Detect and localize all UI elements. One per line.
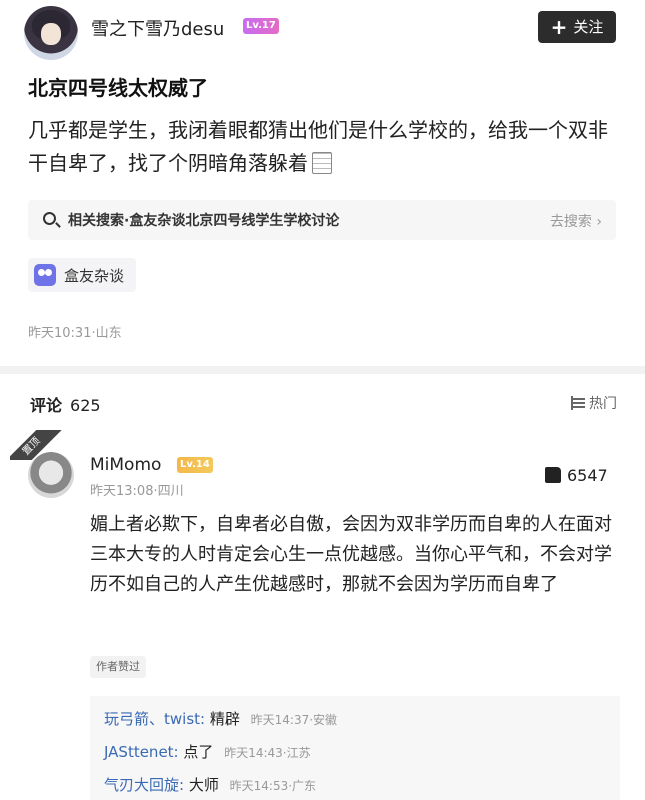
- author-level-badge: Lv.17: [243, 18, 279, 34]
- plus-icon: +: [550, 15, 568, 39]
- post-timestamp: 昨天10:31·山东: [28, 326, 122, 341]
- sort-toggle[interactable]: 热门: [571, 393, 617, 413]
- reply-list: 玩弓箭、twist: 精辟 昨天14:37·安徽 JASttenet: 点了 昨…: [90, 696, 620, 800]
- go-search-link[interactable]: 去搜索 ›: [550, 211, 602, 231]
- reply-username[interactable]: 玩弓箭、twist:: [104, 710, 205, 728]
- comments-header: 评论 625: [30, 392, 101, 416]
- topic-tag[interactable]: 盒友杂谈: [28, 258, 137, 292]
- reply-item[interactable]: JASttenet: 点了 昨天14:43·江苏: [104, 741, 311, 762]
- commenter-level-badge: Lv.14: [177, 457, 213, 473]
- follow-label: 关注: [573, 18, 604, 36]
- follow-button[interactable]: + 关注: [538, 11, 616, 43]
- reply-timestamp: 昨天14:37·安徽: [250, 713, 338, 727]
- commenter-username[interactable]: MiMomo: [90, 455, 161, 475]
- author-liked-badge: 作者赞过: [90, 656, 146, 678]
- group-icon: [34, 264, 56, 286]
- reply-username[interactable]: 气刃大回旋:: [104, 776, 184, 794]
- post-title: 北京四号线太权威了: [28, 76, 208, 100]
- comment-body: 媚上者必欺下，自卑者必自傲，会因为双非学历而自卑的人在面对三本大专的人时肯定会心…: [90, 514, 612, 595]
- reply-username[interactable]: JASttenet:: [104, 743, 179, 761]
- sort-label: 热门: [589, 396, 617, 412]
- sort-icon: [571, 396, 585, 410]
- post-body: 几乎都是学生，我闭着眼都猜出他们是什么学校的，给我一个双非干自卑了，找了个阴暗角…: [28, 114, 620, 180]
- post-card: 雪之下雪乃desu Lv.17 + 关注 北京四号线太权威了 几乎都是学生，我闭着…: [0, 0, 645, 366]
- author-avatar[interactable]: [24, 6, 78, 60]
- reply-timestamp: 昨天14:43·江苏: [224, 746, 311, 760]
- reply-text: 大师: [188, 776, 219, 794]
- comments-count: 625: [70, 396, 101, 415]
- topic-tag-label: 盒友杂谈: [64, 267, 125, 285]
- reply-timestamp: 昨天14:53·广东: [229, 779, 317, 793]
- avatar-face: [41, 23, 61, 45]
- author-username[interactable]: 雪之下雪乃desu: [91, 15, 224, 41]
- reply-text: 精辟: [209, 710, 240, 728]
- like-count: 6547: [567, 466, 608, 485]
- reply-item[interactable]: 气刃大回旋: 大师 昨天14:53·广东: [104, 774, 316, 795]
- reply-text: 点了: [183, 743, 214, 761]
- related-search-bar[interactable]: 相关搜索·盒友杂谈北京四号线学生学校讨论 去搜索 ›: [28, 200, 616, 240]
- section-divider: [0, 366, 645, 374]
- search-icon: [43, 212, 56, 225]
- commenter-avatar[interactable]: [28, 452, 74, 498]
- like-button[interactable]: 6547: [545, 466, 608, 485]
- emoji-icon: [312, 152, 332, 174]
- comments-label: 评论: [30, 396, 63, 415]
- comment-timestamp: 昨天13:08·四川: [90, 484, 184, 499]
- reply-item[interactable]: 玩弓箭、twist: 精辟 昨天14:37·安徽: [104, 708, 337, 729]
- related-search-text: 相关搜索·盒友杂谈北京四号线学生学校讨论: [68, 213, 340, 229]
- thumbs-up-icon: [545, 467, 561, 483]
